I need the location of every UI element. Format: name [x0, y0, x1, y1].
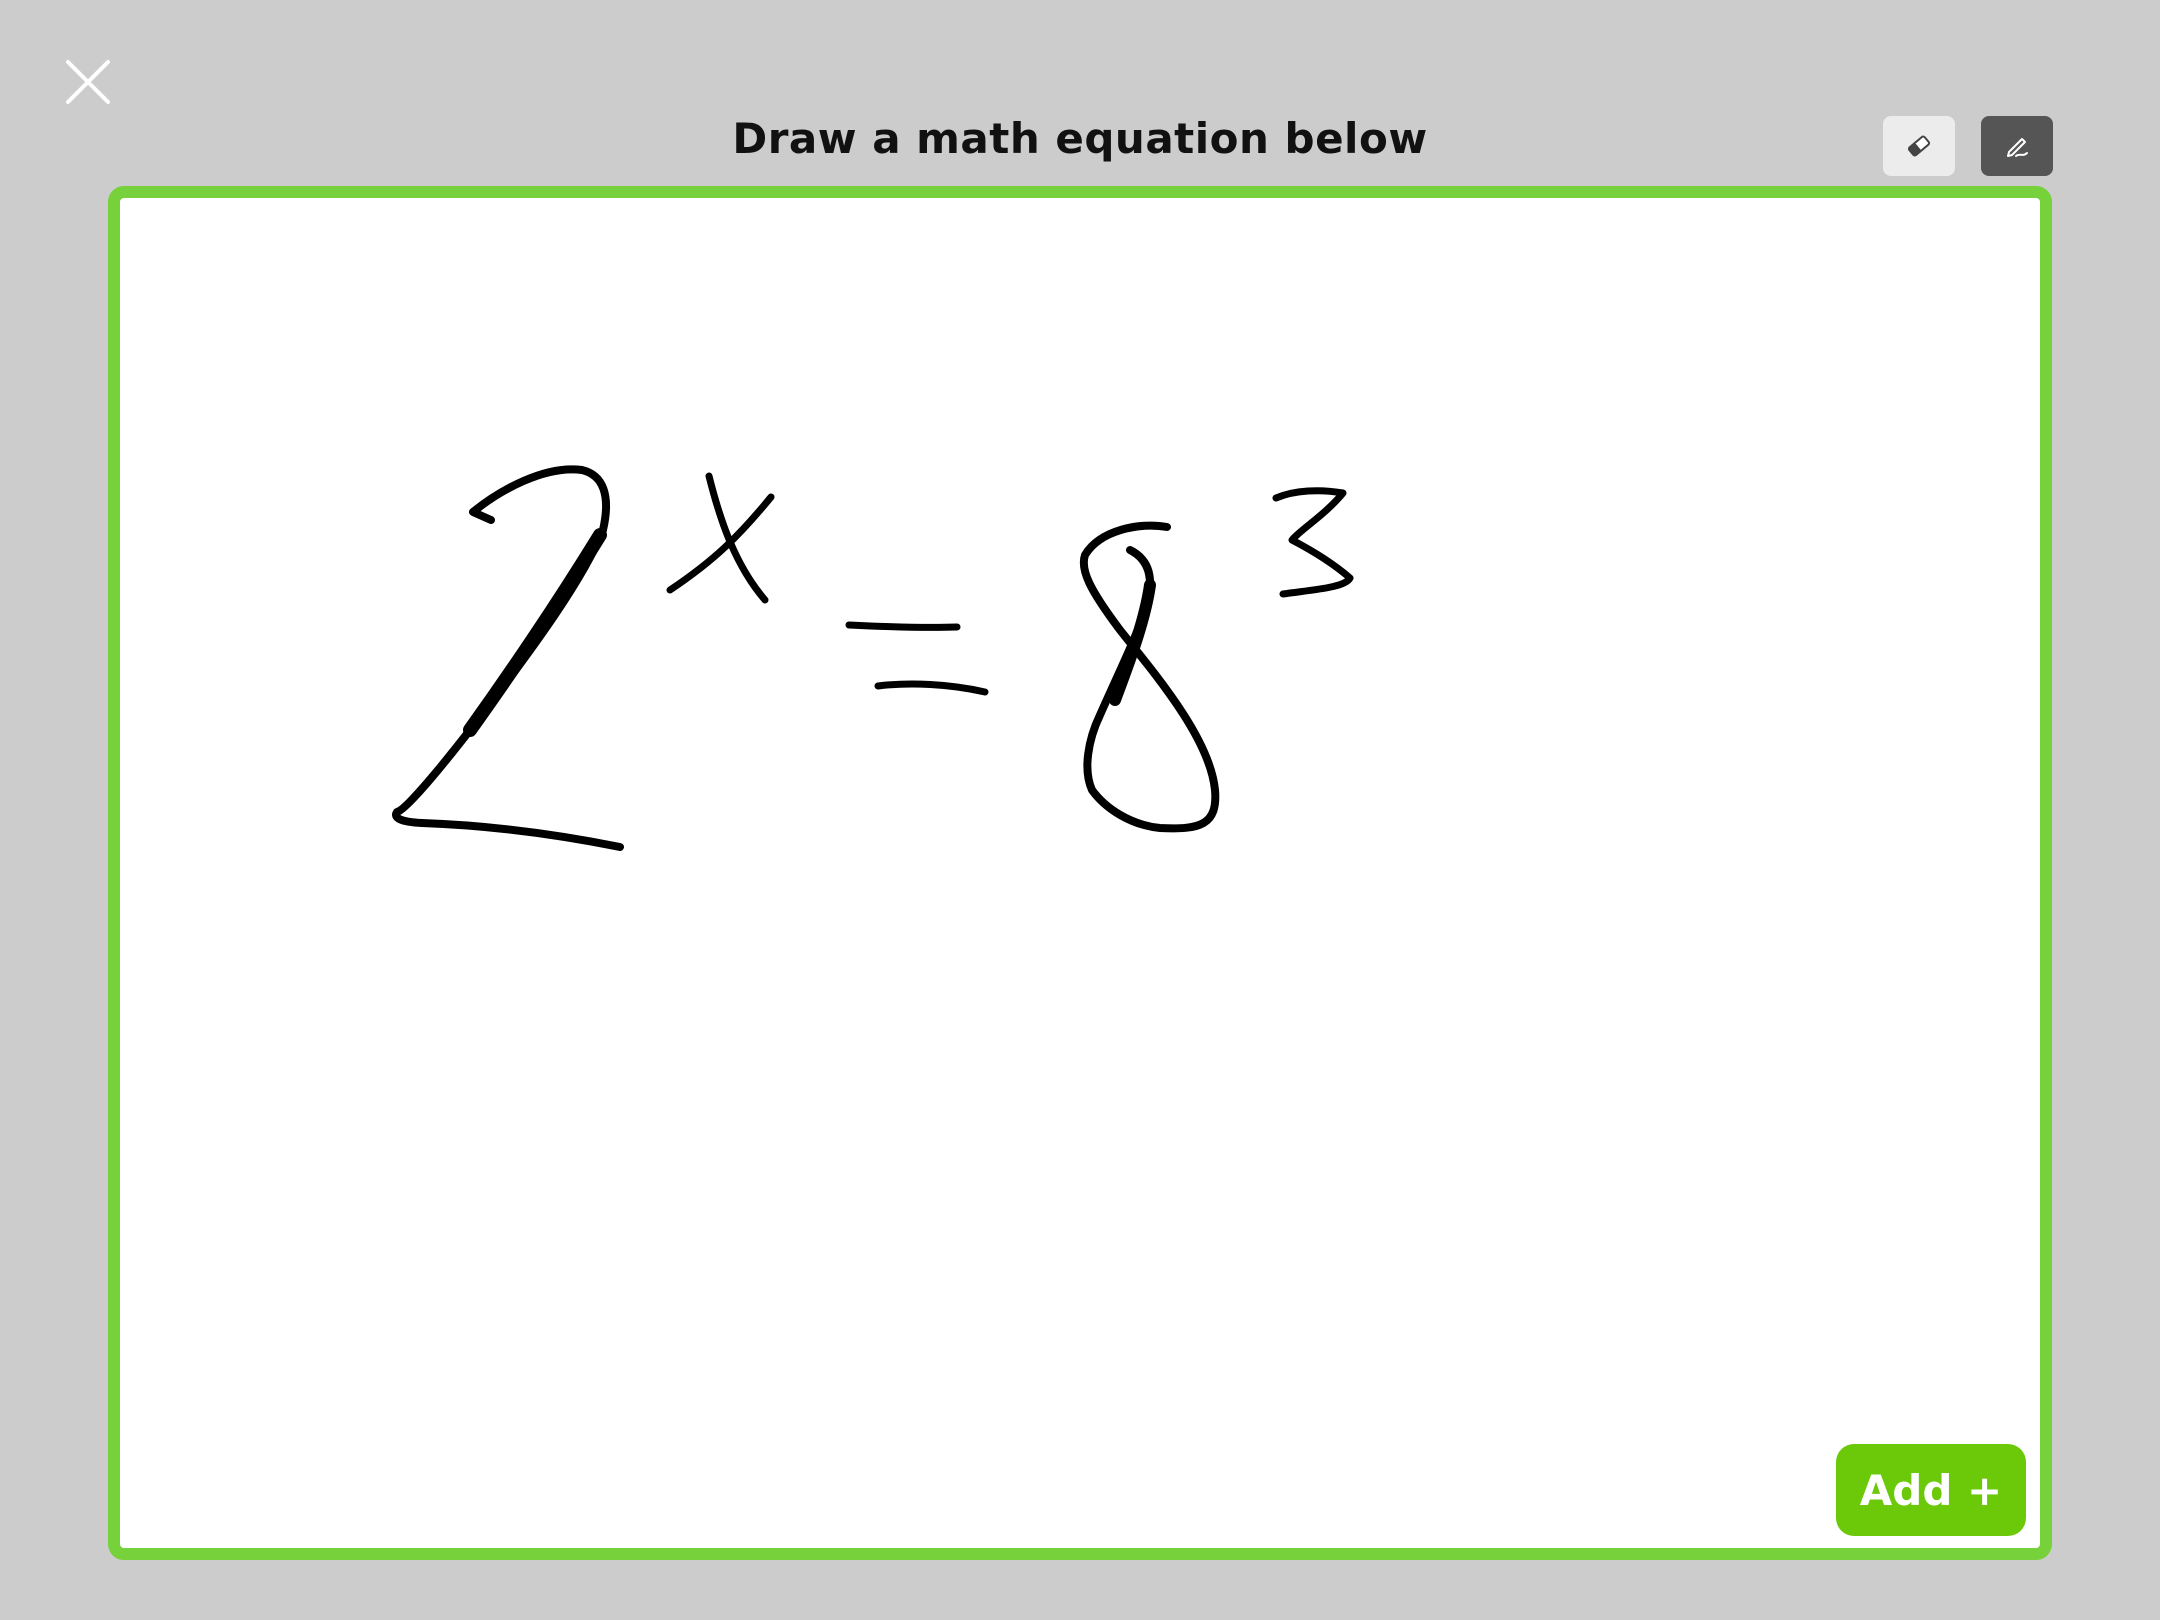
stroke-equals-top	[845, 621, 961, 631]
close-icon	[66, 60, 110, 104]
stroke-equals-bottom	[874, 680, 989, 696]
stroke-digit-8-crossing	[1109, 579, 1156, 706]
eraser-icon	[1907, 135, 1931, 157]
add-button[interactable]: Add +	[1836, 1444, 2026, 1536]
drawing-screen: Draw a math equation below Add +	[0, 0, 2160, 1620]
eraser-button[interactable]	[1883, 116, 1955, 176]
stroke-digit-8-loop	[1079, 521, 1220, 833]
drawing-canvas[interactable]	[108, 186, 2052, 1560]
stroke-digit-2-diagonal	[463, 528, 607, 737]
stroke-digit-2	[392, 465, 624, 851]
pen-icon	[2007, 138, 2028, 157]
page-title: Draw a math equation below	[732, 114, 1428, 163]
close-button[interactable]	[62, 56, 114, 108]
handwritten-equation	[392, 465, 1354, 851]
pen-button[interactable]	[1981, 116, 2053, 176]
stroke-digit-3	[1272, 487, 1354, 598]
